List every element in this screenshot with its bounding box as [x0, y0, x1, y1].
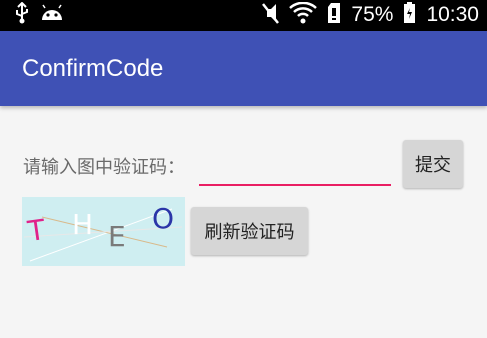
app-title: ConfirmCode [22, 55, 164, 82]
battery-icon [403, 2, 416, 28]
captcha-char-1: T [25, 212, 48, 249]
captcha-char-4: O [152, 202, 175, 235]
sim-icon [327, 2, 341, 28]
battery-percent: 75% [351, 3, 394, 26]
clock: 10:30 [426, 3, 479, 26]
code-input[interactable] [199, 150, 391, 186]
captcha-char-3: E [108, 220, 126, 253]
code-prompt-label: 请输入图中验证码： [23, 157, 185, 178]
submit-button[interactable]: 提交 [403, 140, 463, 188]
status-bar: 75% 10:30 [0, 0, 487, 31]
refresh-captcha-button[interactable]: 刷新验证码 [191, 207, 308, 255]
mute-icon [261, 2, 280, 28]
app-bar: ConfirmCode [0, 31, 487, 106]
usb-icon [14, 1, 30, 28]
captcha-image[interactable]: T H E O [22, 197, 185, 266]
captcha-char-2: H [72, 208, 94, 241]
android-icon [40, 4, 64, 26]
wifi-icon [289, 1, 318, 28]
